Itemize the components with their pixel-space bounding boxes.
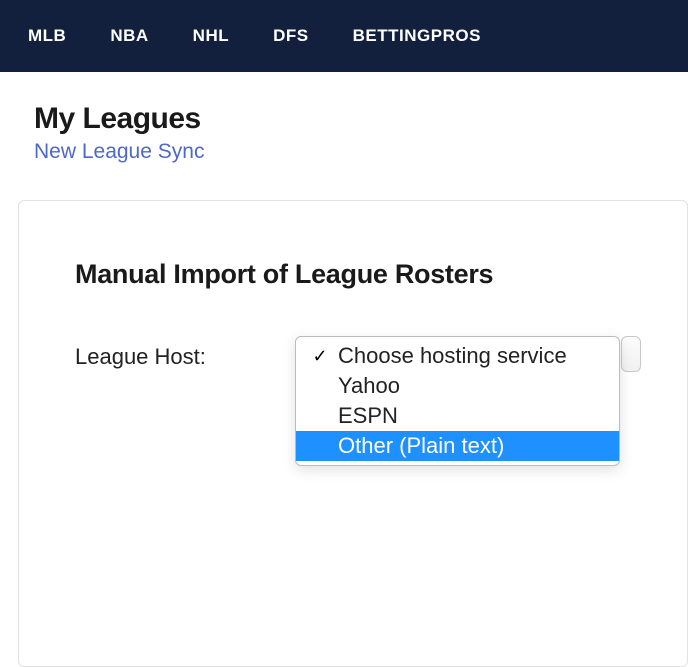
page-title: My Leagues [34,102,688,136]
dropdown-option-espn[interactable]: ESPN [296,401,619,431]
nav-item-nhl[interactable]: NHL [193,26,229,46]
league-host-field: League Host: ✓ Choose hosting service Ya… [75,336,631,466]
nav-item-nba[interactable]: NBA [110,26,148,46]
dropdown-option-yahoo[interactable]: Yahoo [296,371,619,401]
league-host-select[interactable]: ✓ Choose hosting service Yahoo ESPN Othe… [295,336,620,466]
nav-item-dfs[interactable]: DFS [273,26,309,46]
nav-item-bettingpros[interactable]: BETTINGPROS [353,26,481,46]
dropdown-option-choose[interactable]: ✓ Choose hosting service [296,341,619,371]
league-host-label: League Host: [75,336,295,370]
card-title: Manual Import of League Rosters [75,259,631,290]
dropdown-option-other[interactable]: Other (Plain text) [296,431,619,461]
breadcrumb-link[interactable]: New League Sync [34,140,688,164]
dropdown-option-label: Other (Plain text) [334,433,504,459]
nav-item-mlb[interactable]: MLB [28,26,66,46]
import-card: Manual Import of League Rosters League H… [18,200,688,667]
dropdown-option-label: Yahoo [334,373,400,399]
dropdown-option-label: Choose hosting service [334,343,567,369]
dropdown-option-label: ESPN [334,403,398,429]
top-nav: MLB NBA NHL DFS BETTINGPROS [0,0,688,72]
select-box-background [621,336,641,372]
page-header: My Leagues New League Sync [0,72,688,182]
checkmark-icon: ✓ [306,346,334,367]
dropdown-menu: ✓ Choose hosting service Yahoo ESPN Othe… [295,336,620,466]
